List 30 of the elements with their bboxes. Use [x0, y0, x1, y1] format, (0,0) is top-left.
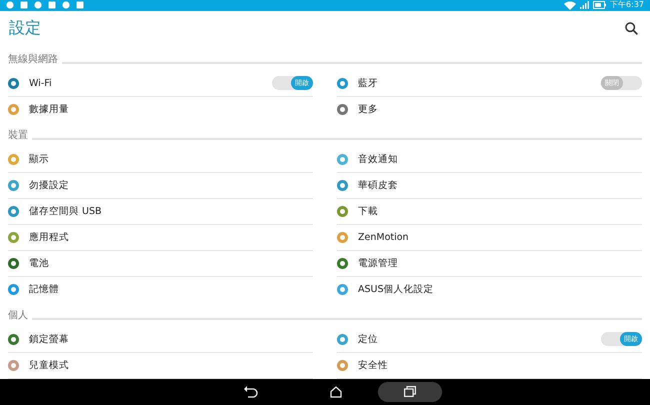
search-icon[interactable] [625, 22, 638, 36]
setting-item[interactable]: 音效通知 [358, 152, 642, 166]
recent-apps-icon [404, 386, 416, 398]
setting-item[interactable]: 兒童模式 [29, 358, 313, 372]
setting-item[interactable]: 定位 [358, 332, 601, 346]
setting-item[interactable]: 勿擾設定 [29, 178, 313, 192]
page-title: 設定 [9, 18, 41, 40]
setting-item[interactable]: 儲存空間與 USB [29, 204, 313, 218]
home-icon[interactable] [330, 386, 342, 398]
setting-item[interactable]: 鎖定螢幕 [29, 332, 313, 346]
recent-apps-button[interactable] [378, 382, 442, 402]
back-icon[interactable] [244, 386, 258, 398]
setting-item[interactable]: 電源管理 [358, 256, 642, 270]
status-time: 下午6:37 [610, 0, 644, 10]
battery-icon [593, 1, 606, 10]
setting-item[interactable]: 下載 [358, 204, 642, 218]
setting-item[interactable]: 記憶體 [29, 283, 313, 296]
setting-item[interactable]: ZenMotion [358, 232, 642, 243]
setting-item[interactable]: ASUS個人化設定 [358, 283, 642, 296]
setting-item[interactable]: 藍牙 [358, 76, 601, 90]
signal-icon [580, 1, 590, 10]
setting-item[interactable]: 華碩皮套 [358, 178, 642, 192]
wifi-icon [564, 0, 576, 10]
setting-item[interactable]: 電池 [29, 256, 313, 270]
setting-item[interactable]: 數據用量 [29, 103, 313, 116]
setting-item[interactable]: 安全性 [358, 358, 642, 372]
setting-item[interactable]: 顯示 [29, 152, 313, 166]
setting-item[interactable]: 更多 [358, 103, 642, 116]
setting-item[interactable]: Wi-Fi [29, 78, 272, 89]
setting-item[interactable]: 應用程式 [29, 230, 313, 244]
